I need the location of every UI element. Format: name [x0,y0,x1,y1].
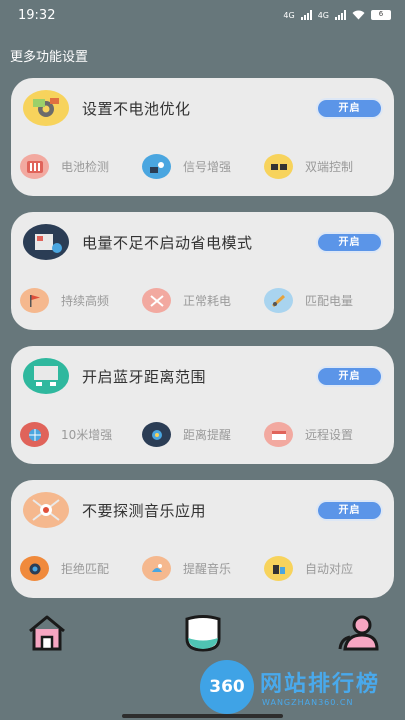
home-tab[interactable] [26,613,68,653]
feature-battery-check[interactable]: 电池检测 [20,154,109,179]
card-bluetooth-range: 开启蓝牙距离范围 开启 10米增强 距离提醒 远程设置 [11,346,394,464]
card-title: 不要探测音乐应用 [82,502,207,520]
card-power-saving: 电量不足不启动省电模式 开启 持续高频 正常耗电 匹配电量 [11,212,394,330]
feature-label: 远程设置 [305,428,354,442]
tools-icon [142,288,171,313]
card-title: 开启蓝牙距离范围 [82,368,207,386]
globe-icon [142,422,171,447]
device-icon [264,556,293,581]
feature-label: 正常耗电 [183,294,232,308]
card-title: 电量不足不启动省电模式 [82,234,253,252]
battery-check-icon [20,154,49,179]
feature-row: 持续高频 正常耗电 匹配电量 [20,288,394,318]
feature-signal-boost[interactable]: 信号增强 [142,154,231,179]
enable-button[interactable]: 开启 [316,500,383,521]
plug-icon [264,288,293,313]
feature-normal-consumption[interactable]: 正常耗电 [142,288,231,313]
enable-button[interactable]: 开启 [316,98,383,119]
feature-label: 自动对应 [305,562,354,576]
globe-icon [20,422,49,447]
watermark-logo: 360 [200,660,254,714]
flag-icon [20,288,49,313]
feature-label: 提醒音乐 [183,562,232,576]
power-settings-icon [23,224,69,260]
feature-label: 10米增强 [61,428,113,442]
feature-remote-settings[interactable]: 远程设置 [264,422,353,447]
bottom-nav [0,605,405,665]
feature-remind-music[interactable]: 提醒音乐 [142,556,231,581]
feature-reject-match[interactable]: 拒绝匹配 [20,556,109,581]
music-bell-icon [142,556,171,581]
network-board-icon [23,358,69,394]
eye-target-icon [23,492,69,528]
feature-label: 双端控制 [305,160,354,174]
status-time: 19:32 [18,7,56,23]
feature-row: 10米增强 距离提醒 远程设置 [20,422,394,452]
feature-distance-alert[interactable]: 距离提醒 [142,422,231,447]
home-indicator[interactable] [122,714,283,718]
wifi-icon [352,10,365,20]
feature-dual-control[interactable]: 双端控制 [264,154,353,179]
feature-label: 信号增强 [183,160,232,174]
status-icons: 4G 4G 6 [283,10,391,20]
feature-match-battery[interactable]: 匹配电量 [264,288,353,313]
feature-10m-boost[interactable]: 10米增强 [20,422,112,447]
home-icon [29,615,65,651]
feature-row: 电池检测 信号增强 双端控制 [20,154,394,184]
signal-icon [335,10,346,20]
dual-control-icon [264,154,293,179]
card-title: 设置不电池优化 [82,100,191,118]
battery-icon: 6 [371,10,391,20]
feature-label: 电池检测 [61,160,110,174]
network-2-label: 4G [317,10,329,20]
watermark: 360 网站排行榜 WANGZHAN360.CN [196,660,405,715]
feature-label: 拒绝匹配 [61,562,110,576]
feature-auto-match[interactable]: 自动对应 [264,556,353,581]
feature-label: 距离提醒 [183,428,232,442]
profile-tab[interactable] [337,613,379,653]
signal-boost-icon [142,154,171,179]
battery-gear-icon [23,90,69,126]
speaker-icon [20,556,49,581]
device-tab[interactable] [182,613,224,653]
remote-icon [264,422,293,447]
feature-row: 拒绝匹配 提醒音乐 自动对应 [20,556,394,586]
shield-icon [185,615,221,652]
watermark-text: 网站排行榜 [260,672,381,697]
feature-high-frequency[interactable]: 持续高频 [20,288,109,313]
card-battery-optimization: 设置不电池优化 开启 电池检测 信号增强 双端控制 [11,78,394,196]
users-icon [338,615,379,651]
watermark-subtext: WANGZHAN360.CN [262,698,354,707]
signal-icon [300,10,312,20]
status-bar: 19:32 4G 4G 6 [0,0,405,30]
network-1-label: 4G [283,10,295,20]
card-music-detection: 不要探测音乐应用 开启 拒绝匹配 提醒音乐 自动对应 [11,480,394,598]
feature-label: 持续高频 [61,294,110,308]
enable-button[interactable]: 开启 [316,366,383,387]
section-title: 更多功能设置 [10,50,89,65]
feature-label: 匹配电量 [305,294,354,308]
enable-button[interactable]: 开启 [316,232,383,253]
